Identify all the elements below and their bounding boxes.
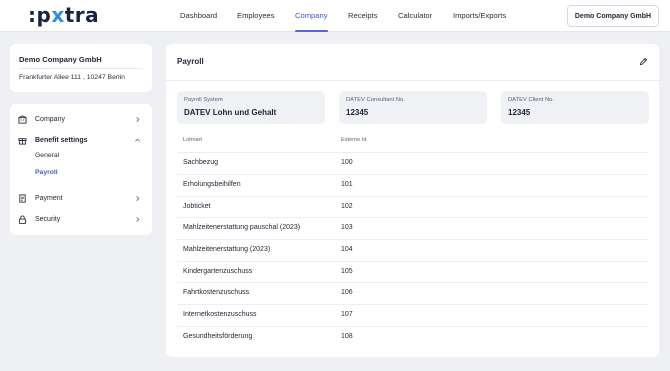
cell-externe-id: 108 bbox=[341, 332, 353, 340]
logo-colon: : bbox=[28, 3, 37, 27]
page-title: Payroll bbox=[177, 57, 204, 66]
nav-dashboard[interactable]: Dashboard bbox=[180, 0, 217, 32]
logo-prefix: p bbox=[36, 3, 52, 27]
cell-lohnart: Gesundheitsförderung bbox=[183, 332, 253, 340]
cell-lohnart: Jobticket bbox=[183, 202, 211, 210]
company-address: Frankfurter Allee 111 , 10247 Berlin bbox=[19, 74, 125, 81]
company-info-card: Demo Company GmbH Frankfurter Allee 111 … bbox=[10, 44, 152, 92]
cell-lohnart: Mahlzeitenerstattung (2023) bbox=[183, 246, 271, 253]
table-row: Internetkostenzuschuss 107 bbox=[177, 304, 648, 326]
menu-item-payment[interactable]: Payment bbox=[10, 189, 152, 207]
chevron-right-icon bbox=[134, 216, 141, 223]
building-icon bbox=[18, 114, 27, 124]
cell-externe-id: 106 bbox=[341, 289, 353, 296]
chevron-right-icon bbox=[134, 195, 141, 202]
table-row: Erholungsbeihilfen 101 bbox=[177, 174, 648, 196]
gift-icon bbox=[18, 136, 27, 145]
client-number-box: DATEV Client No. 12345 bbox=[501, 91, 649, 124]
chevron-right-icon bbox=[134, 116, 141, 123]
column-header-externe-id: Externe Id bbox=[341, 137, 367, 143]
cell-lohnart: Fahrtkostenzuschuss bbox=[183, 289, 250, 296]
lock-icon bbox=[18, 214, 27, 224]
menu-item-company[interactable]: Company bbox=[10, 110, 152, 128]
cell-lohnart: Kindergartenzuschuss bbox=[183, 267, 253, 275]
info-value: 12345 bbox=[346, 108, 369, 117]
table-row: Jobticket 102 bbox=[177, 195, 648, 218]
menu-label: Security bbox=[35, 215, 61, 223]
company-name: Demo Company GmbH bbox=[19, 55, 102, 64]
info-label: DATEV Consultant No. bbox=[346, 97, 405, 103]
cell-lohnart: Mahlzeitenerstattung pauschal (2023) bbox=[183, 224, 301, 231]
cell-externe-id: 105 bbox=[341, 267, 353, 275]
top-navigation-bar: :pxtra Dashboard Employees Company Recei… bbox=[0, 0, 670, 32]
menu-label: Benefit settings bbox=[35, 136, 88, 144]
submenu-item-general[interactable]: General bbox=[35, 152, 59, 159]
nav-receipts[interactable]: Receipts bbox=[348, 0, 378, 32]
cell-externe-id: 100 bbox=[341, 159, 353, 166]
cell-externe-id: 102 bbox=[341, 202, 353, 210]
table-row: Sachbezug 100 bbox=[177, 152, 648, 174]
divider bbox=[166, 80, 659, 81]
column-header-lohnart: Lohnart bbox=[183, 137, 202, 143]
company-switcher-button[interactable]: Demo Company GmbH bbox=[567, 5, 659, 27]
table-row: Mahlzeitenerstattung (2023) 104 bbox=[177, 239, 648, 261]
payroll-card: Payroll Payroll System DATEV Lohn und Ge… bbox=[166, 44, 659, 357]
logo-accent: x bbox=[51, 3, 65, 27]
settings-menu: Company Benefit settings General Payroll… bbox=[10, 104, 152, 235]
payroll-system-box: Payroll System DATEV Lohn und Gehalt bbox=[177, 91, 325, 124]
pxtra-logo[interactable]: :pxtra bbox=[28, 3, 99, 27]
nav-company[interactable]: Company bbox=[295, 0, 328, 32]
document-icon bbox=[18, 193, 27, 203]
table-row: Gesundheitsförderung 108 bbox=[177, 325, 648, 348]
table-row: Fahrtkostenzuschuss 106 bbox=[177, 282, 648, 304]
cell-lohnart: Internetkostenzuschuss bbox=[183, 311, 257, 318]
nav-calculator[interactable]: Calculator bbox=[398, 0, 432, 32]
cell-lohnart: Erholungsbeihilfen bbox=[183, 181, 241, 188]
pencil-icon[interactable] bbox=[639, 57, 648, 66]
cell-lohnart: Sachbezug bbox=[183, 159, 219, 166]
menu-label: Payment bbox=[35, 194, 63, 202]
info-label: DATEV Client No. bbox=[508, 97, 554, 103]
chevron-up-icon bbox=[134, 137, 141, 144]
nav-employees[interactable]: Employees bbox=[237, 0, 275, 32]
table-row: Mahlzeitenerstattung pauschal (2023) 103 bbox=[177, 217, 648, 239]
menu-item-benefit-settings[interactable]: Benefit settings bbox=[10, 131, 152, 149]
cell-externe-id: 107 bbox=[341, 311, 353, 318]
submenu-item-payroll[interactable]: Payroll bbox=[35, 169, 58, 176]
cell-externe-id: 103 bbox=[341, 224, 353, 231]
info-label: Payroll System bbox=[184, 97, 223, 103]
menu-item-security[interactable]: Security bbox=[10, 210, 152, 228]
info-value: 12345 bbox=[508, 108, 531, 117]
nav-imports-exports[interactable]: Imports/Exports bbox=[453, 0, 506, 32]
cell-externe-id: 101 bbox=[341, 181, 353, 188]
menu-label: Company bbox=[35, 115, 65, 123]
table-row: Kindergartenzuschuss 105 bbox=[177, 260, 648, 283]
logo-suffix: tra bbox=[64, 3, 100, 27]
consultant-number-box: DATEV Consultant No. 12345 bbox=[339, 91, 487, 124]
info-value: DATEV Lohn und Gehalt bbox=[184, 108, 277, 117]
cell-externe-id: 104 bbox=[341, 246, 353, 253]
divider bbox=[19, 68, 143, 69]
